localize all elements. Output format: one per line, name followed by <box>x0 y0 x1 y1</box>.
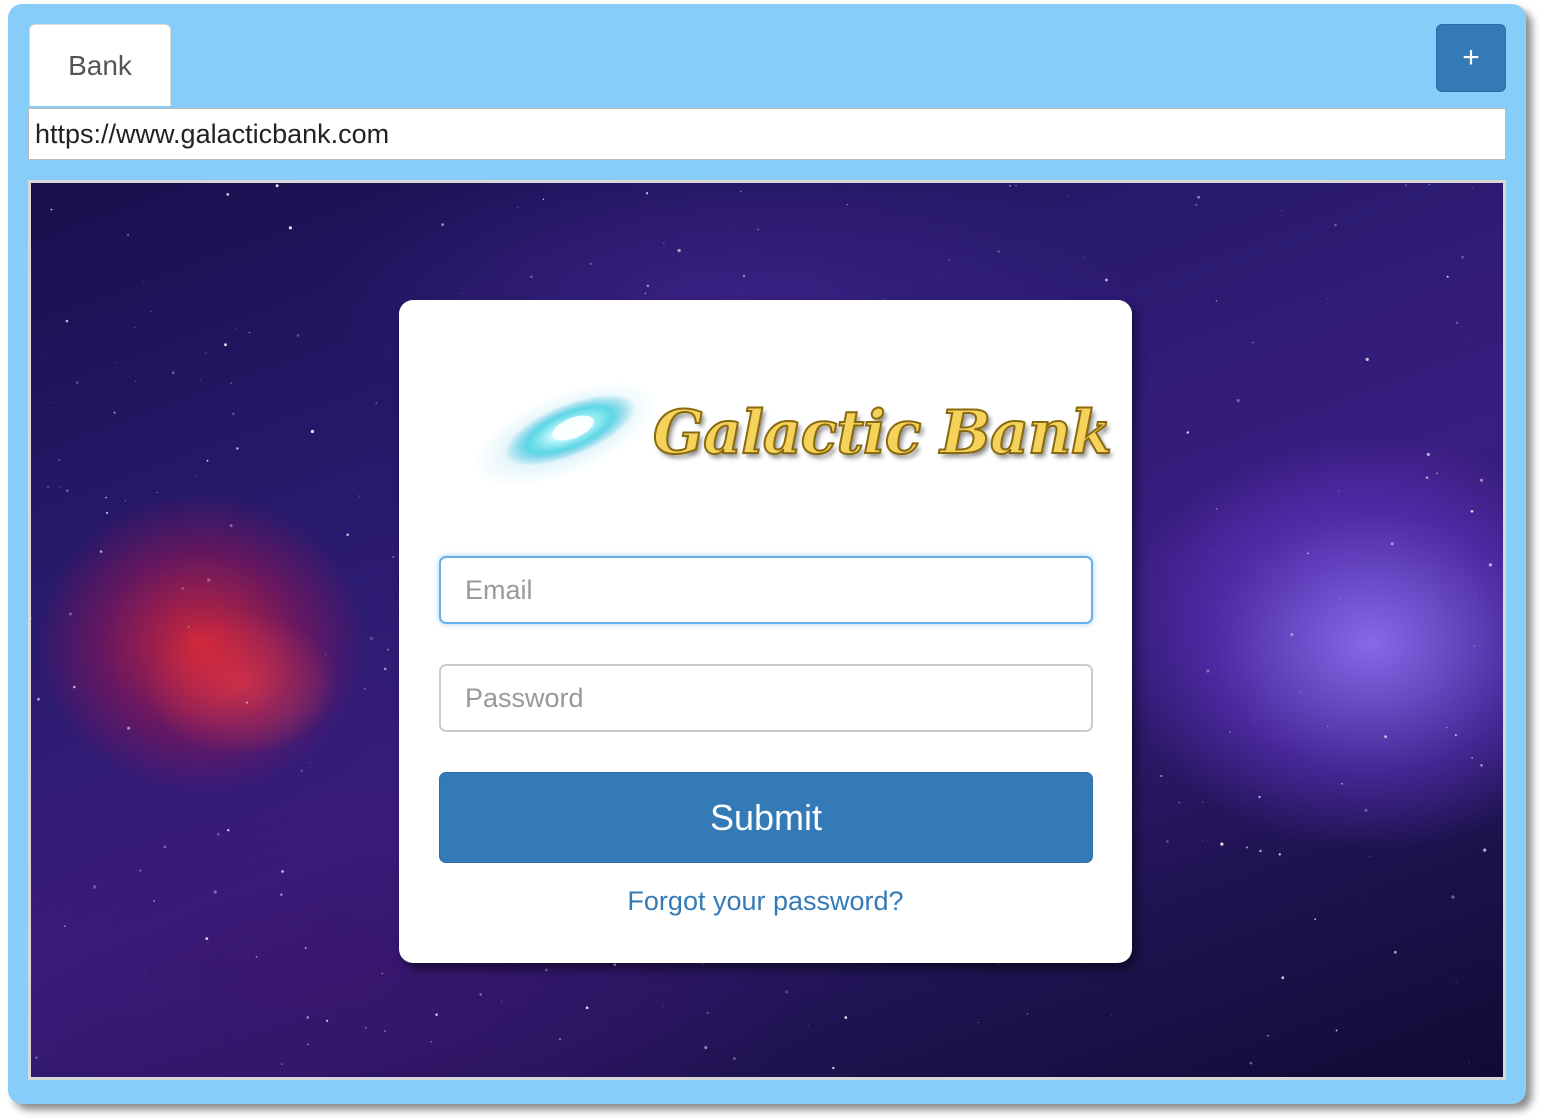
submit-label: Submit <box>709 796 823 838</box>
login-card: Galactic Bank Submit Forgot your passwor… <box>399 300 1132 963</box>
password-field[interactable] <box>439 664 1093 732</box>
email-field[interactable] <box>439 556 1093 624</box>
tab-label: Bank <box>68 49 132 81</box>
submit-button[interactable]: Submit <box>439 772 1093 863</box>
forgot-password-link[interactable]: Forgot your password? <box>399 886 1132 917</box>
new-tab-button[interactable]: + <box>1436 24 1506 92</box>
plus-icon: + <box>1462 41 1480 74</box>
tab-bank[interactable]: Bank <box>29 24 171 106</box>
address-bar[interactable] <box>28 108 1506 160</box>
browser-window: Bank + https://www.galacticbank.com Gala… <box>8 4 1526 1104</box>
logo-text: Galactic Bank <box>652 397 1113 469</box>
bank-logo: Galactic Bank <box>459 364 1113 504</box>
page-viewport: Galactic Bank Submit Forgot your passwor… <box>28 180 1506 1080</box>
galaxy-icon <box>472 381 658 487</box>
